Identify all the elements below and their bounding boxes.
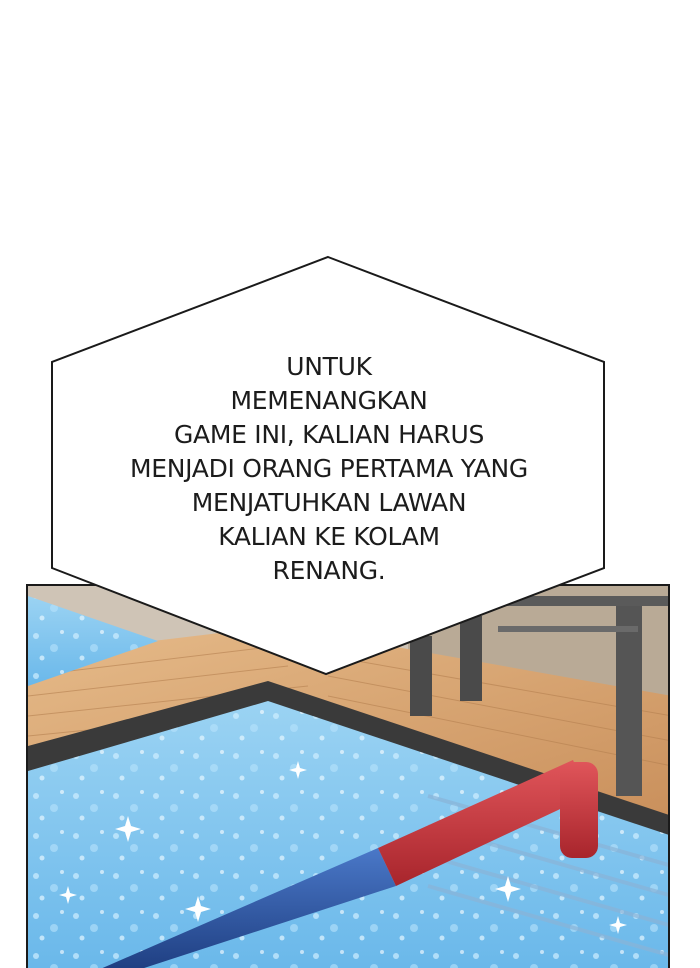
railing	[498, 626, 638, 632]
pool-illustration	[28, 586, 668, 968]
railing	[498, 596, 668, 606]
speech-line: GAME INI, KALIAN HARUS	[173, 420, 485, 449]
speech-line: MENJADI ORANG PERTAMA YANG	[129, 454, 528, 483]
speech-bubble-text: UNTUK MEMENANGKAN GAME INI, KALIAN HARUS…	[90, 350, 568, 588]
speech-line: KALIAN KE KOLAM	[218, 522, 440, 551]
speech-line: MENJATUHKAN LAWAN	[191, 488, 467, 517]
speech-line: UNTUK	[286, 352, 372, 381]
deck-post	[616, 606, 642, 796]
deck-post	[460, 616, 482, 701]
red-pipe-elbow	[560, 762, 598, 858]
speech-line: MEMENANGKAN	[230, 386, 428, 415]
comic-panel-pool-scene	[26, 584, 670, 968]
speech-line: RENANG.	[272, 556, 386, 585]
deck-post	[410, 636, 432, 716]
